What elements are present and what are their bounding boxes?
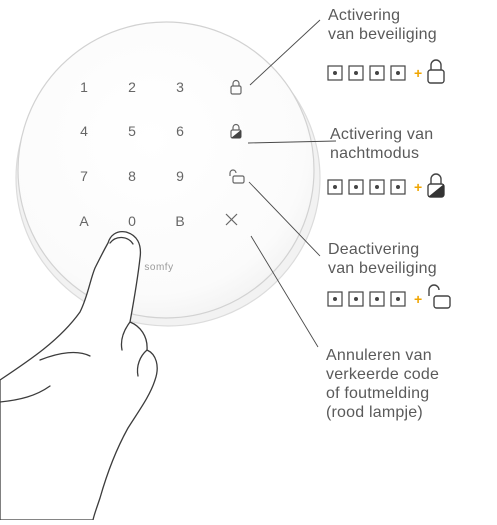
brand-logo: somfy	[144, 262, 173, 273]
code-key-dot	[396, 185, 400, 189]
callout-activate-line-1: Activering	[328, 7, 401, 24]
callout-activate-line-2: van beveiliging	[328, 26, 437, 43]
callout-deactivate-security: Deactivering van beveiliging	[328, 240, 437, 278]
key-7[interactable]: 7	[80, 168, 88, 184]
padlock-half-icon	[427, 173, 445, 198]
plus-sign: +	[414, 291, 422, 307]
key-2[interactable]: 2	[128, 79, 136, 95]
callout-deactivate-line-2: van beveiliging	[328, 260, 437, 277]
code-key-dot	[354, 185, 358, 189]
key-3[interactable]: 3	[176, 79, 184, 95]
leader-line-activate	[249, 19, 321, 86]
code-key-dot	[333, 185, 337, 189]
code-sequence-3: +	[327, 284, 451, 309]
callout-night-line-2: nachtmodus	[330, 145, 420, 162]
padlock-open-icon	[428, 284, 451, 309]
key-4[interactable]: 4	[80, 123, 88, 139]
code-key-dot	[354, 71, 358, 75]
callout-deactivate-line-1: Deactivering	[328, 241, 420, 258]
plus-sign: +	[414, 65, 422, 81]
code-key-dot	[396, 71, 400, 75]
code-key-dot	[375, 71, 379, 75]
code-key-dot	[333, 71, 337, 75]
key-9[interactable]: 9	[176, 168, 184, 184]
key-0[interactable]: 0	[128, 213, 136, 229]
callout-night-line-1: Activering van	[330, 126, 434, 143]
key-6[interactable]: 6	[176, 123, 184, 139]
key-8[interactable]: 8	[128, 168, 136, 184]
code-key-dot	[375, 297, 379, 301]
callout-cancel: Annuleren van verkeerde code of foutmeld…	[326, 346, 439, 422]
callout-cancel-line-2: verkeerde code	[326, 366, 440, 383]
key-5[interactable]: 5	[128, 123, 136, 139]
padlock-closed-icon	[427, 59, 445, 84]
code-key-dot	[333, 297, 337, 301]
code-key-dot	[396, 297, 400, 301]
code-key-dot	[375, 185, 379, 189]
code-sequence-2: +	[327, 173, 445, 198]
key-a[interactable]: A	[79, 213, 89, 229]
key-b[interactable]: B	[175, 213, 184, 229]
callout-cancel-line-4: (rood lampje)	[326, 404, 423, 421]
callout-cancel-line-3: of foutmelding	[326, 385, 430, 402]
code-key-dot	[354, 297, 358, 301]
code-sequence-1: +	[327, 59, 445, 84]
callout-night-mode: Activering van nachtmodus	[330, 125, 433, 163]
key-1[interactable]: 1	[80, 79, 88, 95]
plus-sign: +	[414, 179, 422, 195]
callout-cancel-line-1: Annuleren van	[326, 347, 432, 364]
keypad-device	[15, 21, 321, 327]
callout-activate-security: Activering van beveiliging	[328, 6, 437, 44]
